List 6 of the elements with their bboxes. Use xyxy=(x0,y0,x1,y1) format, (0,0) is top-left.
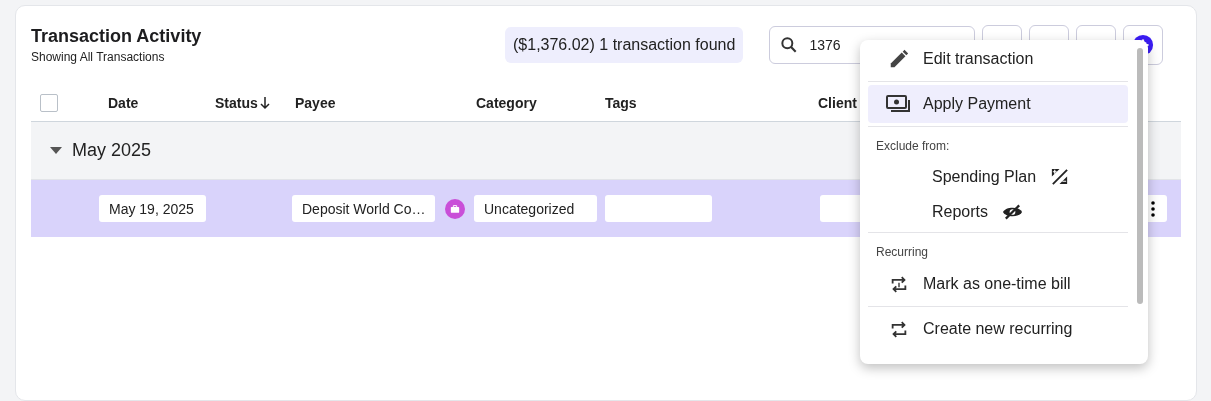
group-label: May 2025 xyxy=(72,140,152,161)
summary-badge: ($1,376.02) 1 transaction found xyxy=(505,27,744,63)
page-title: Transaction Activity xyxy=(31,26,203,47)
page-subtitle: Showing All Transactions xyxy=(31,50,166,64)
menu-section-label: Exclude from: xyxy=(875,138,951,155)
menu-section-label: Recurring xyxy=(875,244,930,261)
